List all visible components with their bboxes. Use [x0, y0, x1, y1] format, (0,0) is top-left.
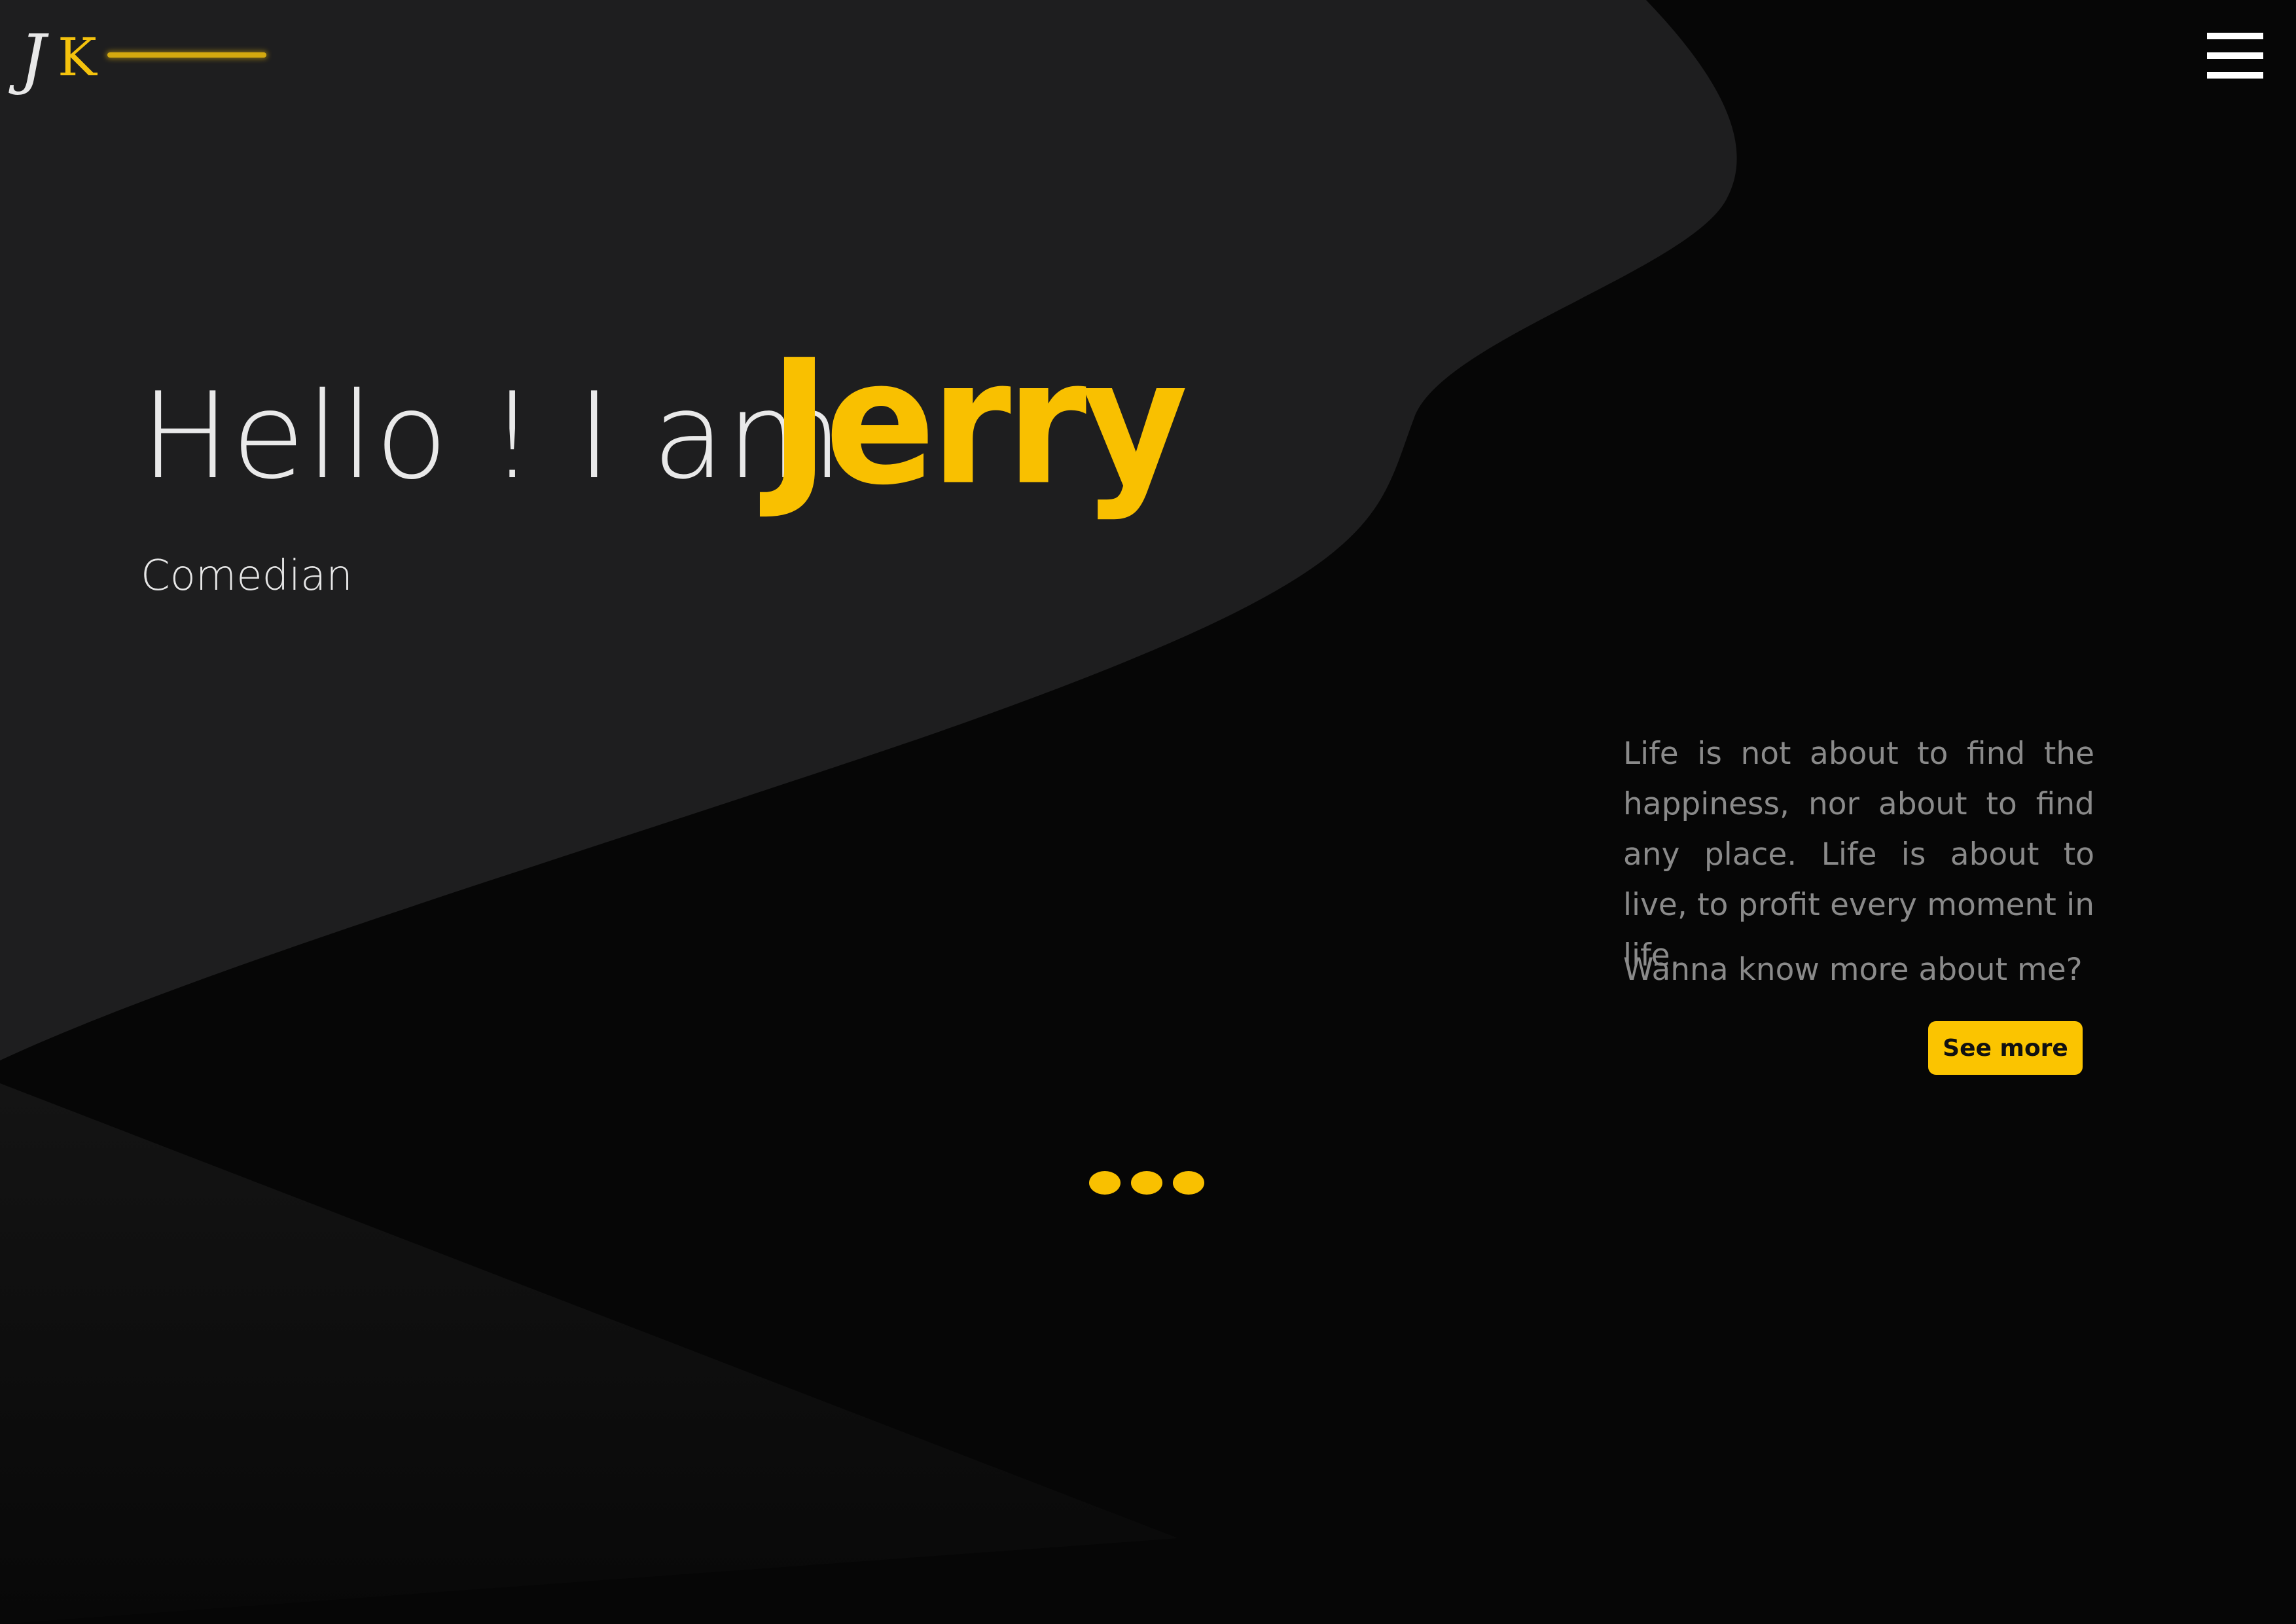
about-quote: Life is not about to find the happiness,…	[1623, 736, 2094, 973]
see-more-button[interactable]: See more	[1928, 1021, 2083, 1075]
menu-bar-bottom	[2207, 72, 2263, 79]
logo-letter-k: K	[58, 27, 97, 88]
landing-page: J K Hello ! I am Jerry Comedian Life is …	[0, 0, 2296, 1624]
pager-dot[interactable]	[1131, 1171, 1162, 1195]
about-question: Wanna know more about me?	[1623, 952, 2083, 988]
hero-role: Comedian	[141, 552, 353, 600]
menu-bar-middle	[2207, 52, 2263, 59]
logo-letter-j: J	[20, 20, 46, 97]
hero-name: Jerry	[769, 322, 1188, 523]
pager-dot[interactable]	[1173, 1171, 1204, 1195]
pager-dots	[1089, 1171, 1207, 1197]
menu-bar-top	[2207, 33, 2263, 39]
hamburger-menu-icon[interactable]	[2207, 33, 2266, 79]
pager-dot[interactable]	[1089, 1171, 1121, 1195]
logo-accent-line	[107, 52, 266, 58]
hero-greeting: Hello ! I am	[141, 367, 844, 505]
site-logo[interactable]: J K	[20, 20, 266, 98]
